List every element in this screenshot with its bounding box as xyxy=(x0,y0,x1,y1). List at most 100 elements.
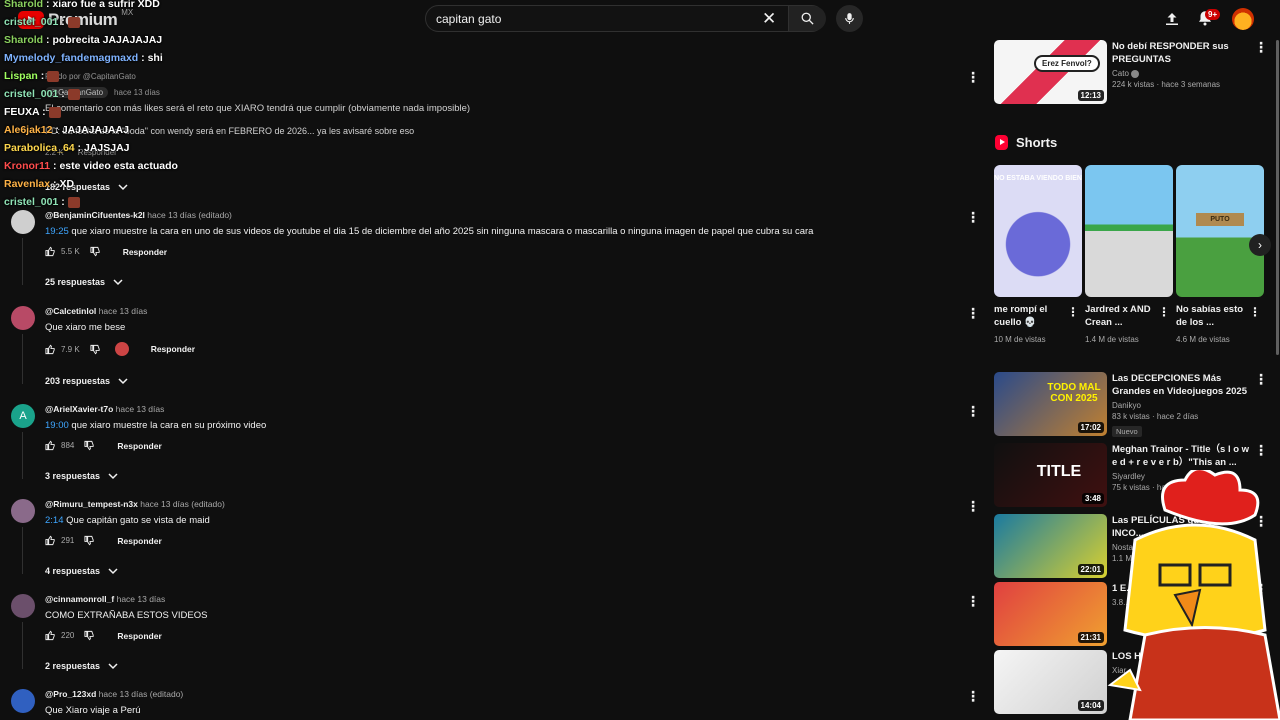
short-views: 1.4 M de vistas xyxy=(1085,335,1139,344)
chat-username: Lispan xyxy=(4,70,38,82)
video-duration: 14:04 xyxy=(1077,700,1104,711)
shorts-next-button[interactable]: › xyxy=(1249,234,1271,256)
replies-toggle[interactable]: 203 respuestas xyxy=(45,376,128,386)
notification-count-badge: 9+ xyxy=(1205,9,1221,20)
short-title[interactable]: No sabías esto de los ... xyxy=(1176,303,1248,329)
reply-button[interactable]: Responder xyxy=(123,247,167,257)
comment-author[interactable]: @BenjaminCifuentes-k2l xyxy=(45,210,145,220)
pinned-more-icon[interactable]: ⋮ xyxy=(966,70,980,84)
dislike-icon[interactable] xyxy=(84,440,95,451)
video-more-icon[interactable]: ⋮ xyxy=(1254,372,1268,386)
short-item[interactable]: NO ESTABA VIENDO BIEN me rompí el cuello … xyxy=(994,165,1082,344)
chat-username: Sharold xyxy=(4,34,44,46)
video-title[interactable]: Las DECEPCIONES Más Grandes en Videojueg… xyxy=(1112,372,1250,398)
shorts-heading: Shorts xyxy=(995,135,1057,150)
comment-author[interactable]: @cinnamonroll_f xyxy=(45,594,114,604)
dislike-icon[interactable] xyxy=(90,344,101,355)
short-item[interactable]: Jardred x AND Crean ... 1.4 M de vistas ⋮ xyxy=(1085,165,1173,344)
comment-more-icon[interactable]: ⋮ xyxy=(966,689,980,703)
dislike-icon[interactable] xyxy=(84,535,95,546)
short-title[interactable]: me rompí el cuello 💀 xyxy=(994,303,1066,329)
video-title[interactable]: Meghan Trainor - Title（s l o w e d + r e… xyxy=(1112,443,1250,469)
reply-button[interactable]: Responder xyxy=(117,441,161,451)
comment-more-icon[interactable]: ⋮ xyxy=(966,499,980,513)
comment-author[interactable]: @Calcetinlol xyxy=(45,306,96,316)
voice-search-button[interactable] xyxy=(836,5,863,32)
short-item[interactable]: PUTO No sabías esto de los ... 4.6 M de vi… xyxy=(1176,165,1264,344)
short-title[interactable]: Jardred x AND Crean ... xyxy=(1085,303,1157,329)
short-thumbnail[interactable]: NO ESTABA VIENDO BIEN xyxy=(994,165,1082,297)
video-meta: 83 k vistas · hace 2 días xyxy=(1112,412,1199,421)
video-thumbnail[interactable]: 14:04 xyxy=(994,650,1107,714)
related-video[interactable]: Erez Fenvol? 12:13 No debí RESPONDER sus… xyxy=(994,40,1274,104)
comment-more-icon[interactable]: ⋮ xyxy=(966,210,980,224)
chat-username: Sharold xyxy=(4,0,44,10)
video-thumbnail[interactable]: TODO MAL CON 2025 17:02 xyxy=(994,372,1107,436)
upload-icon[interactable] xyxy=(1163,10,1181,28)
reply-button[interactable]: Responder xyxy=(117,536,161,546)
comment-author[interactable]: @ArielXavier-t7o xyxy=(45,404,113,414)
channel-name[interactable]: Cato xyxy=(1112,69,1129,78)
commenter-avatar[interactable] xyxy=(11,594,35,618)
clear-search-icon[interactable]: ✕ xyxy=(762,9,776,29)
video-more-icon[interactable]: ⋮ xyxy=(1254,443,1268,457)
chat-text: este video esta actuado xyxy=(59,160,178,172)
live-chat-overlay: Sharold : xiaro fue a sufrir XDD cristel_… xyxy=(4,0,524,211)
account-avatar[interactable] xyxy=(1232,8,1254,30)
chat-message: cristel_001 : xyxy=(4,13,524,31)
comment-more-icon[interactable]: ⋮ xyxy=(966,306,980,320)
commenter-avatar[interactable] xyxy=(11,210,35,234)
short-more-icon[interactable]: ⋮ xyxy=(1158,306,1170,318)
short-thumbnail[interactable]: PUTO xyxy=(1176,165,1264,297)
search-button[interactable] xyxy=(788,6,826,31)
chevron-down-icon xyxy=(108,663,118,670)
chat-username: cristel_001 xyxy=(4,88,59,100)
comment-more-icon[interactable]: ⋮ xyxy=(966,594,980,608)
like-icon[interactable] xyxy=(45,630,56,641)
reply-button[interactable]: Responder xyxy=(117,631,161,641)
dislike-icon[interactable] xyxy=(90,246,101,257)
reply-button[interactable]: Responder xyxy=(151,344,195,354)
comment-author[interactable]: @Pro_123xd xyxy=(45,689,96,699)
new-badge: Nuevo xyxy=(1112,426,1142,437)
commenter-avatar[interactable]: A xyxy=(11,404,35,428)
commenter-avatar[interactable] xyxy=(11,306,35,330)
video-more-icon[interactable]: ⋮ xyxy=(1254,40,1268,54)
channel-name[interactable]: Danikyo xyxy=(1112,401,1250,410)
dislike-icon[interactable] xyxy=(84,630,95,641)
comment-timestamp-link[interactable]: 19:25 xyxy=(45,226,69,237)
chat-message: Lispan : xyxy=(4,67,524,85)
avatar-letter: A xyxy=(19,410,27,422)
comment-timestamp-link[interactable]: 19:00 xyxy=(45,420,69,431)
chat-username: Ravenlax xyxy=(4,178,51,190)
comment-time: hace 13 días xyxy=(115,404,165,414)
like-icon[interactable] xyxy=(45,344,56,355)
replies-toggle[interactable]: 3 respuestas xyxy=(45,471,118,481)
commenter-avatar[interactable] xyxy=(11,499,35,523)
comment-text: Que xiaro me bese xyxy=(45,322,126,333)
short-more-icon[interactable]: ⋮ xyxy=(1249,306,1261,318)
like-icon[interactable] xyxy=(45,535,56,546)
scrollbar[interactable] xyxy=(1276,40,1279,355)
comment-more-icon[interactable]: ⋮ xyxy=(966,404,980,418)
video-title[interactable]: No debí RESPONDER sus PREGUNTAS xyxy=(1112,40,1250,66)
like-icon[interactable] xyxy=(45,246,56,257)
video-thumbnail[interactable]: TITLE 3:48 xyxy=(994,443,1107,507)
video-thumbnail[interactable]: 22:01 xyxy=(994,514,1107,578)
like-icon[interactable] xyxy=(45,440,56,451)
chat-text: JAJAJAJAAJ xyxy=(61,124,129,136)
comment-text: que xiaro muestre la cara en uno de sus … xyxy=(71,226,814,237)
microphone-icon xyxy=(845,13,854,24)
video-thumbnail[interactable]: 21:31 xyxy=(994,582,1107,646)
replies-toggle[interactable]: 2 respuestas xyxy=(45,661,118,671)
chat-separator: : xyxy=(37,70,48,82)
comment-author[interactable]: @Rimuru_tempest-n3x xyxy=(45,499,138,509)
comment-timestamp-link[interactable]: 2:14 xyxy=(45,515,64,526)
related-video[interactable]: TODO MAL CON 2025 17:02 Las DECEPCIONES Má… xyxy=(994,372,1274,437)
video-thumbnail[interactable]: Erez Fenvol? 12:13 xyxy=(994,40,1107,104)
short-more-icon[interactable]: ⋮ xyxy=(1067,306,1079,318)
replies-toggle[interactable]: 25 respuestas xyxy=(45,277,123,287)
short-thumbnail[interactable] xyxy=(1085,165,1173,297)
commenter-avatar[interactable] xyxy=(11,689,35,713)
replies-toggle[interactable]: 4 respuestas xyxy=(45,566,118,576)
